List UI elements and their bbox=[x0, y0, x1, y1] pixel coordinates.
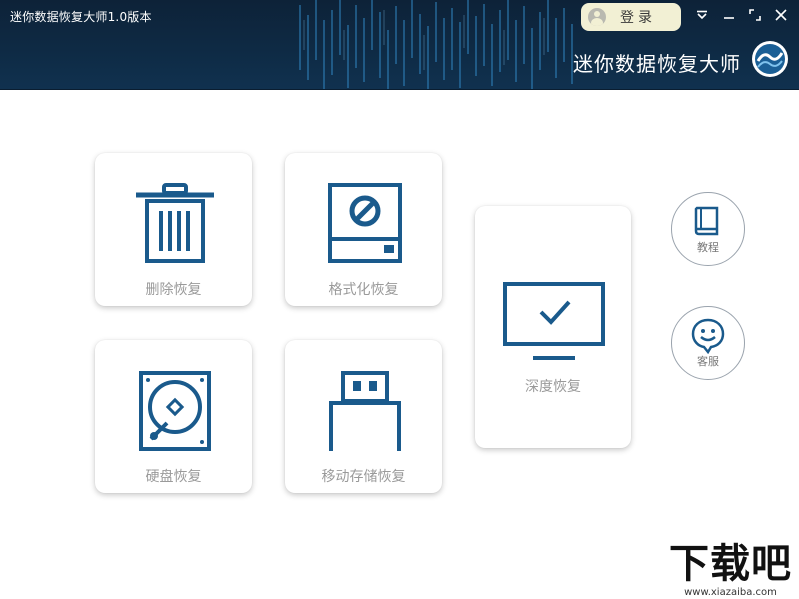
delete-recovery-label: 删除恢复 bbox=[145, 282, 202, 298]
format-recovery-card[interactable]: 格式化恢复 bbox=[285, 153, 442, 306]
watermark-url: www.xiazaiba.com bbox=[684, 587, 777, 598]
watermark-logo-text: 下载吧 bbox=[669, 541, 792, 587]
mobile-storage-recovery-label: 移动存储恢复 bbox=[321, 469, 406, 485]
deep-recovery-card[interactable]: 深度恢复 bbox=[475, 206, 631, 448]
minimize-button[interactable] bbox=[717, 5, 741, 25]
hard-disk-icon bbox=[139, 371, 211, 451]
tutorial-label: 教程 bbox=[697, 241, 719, 254]
brand-logo-icon bbox=[752, 41, 788, 77]
tutorial-button[interactable]: 教程 bbox=[671, 192, 745, 266]
monitor-check-icon bbox=[503, 282, 605, 360]
menu-dropdown-button[interactable] bbox=[690, 5, 714, 25]
title-bar: 迷你数据恢复大师1.0版本 登录 迷你数据恢复大师 bbox=[0, 0, 799, 90]
maximize-button[interactable] bbox=[743, 5, 767, 25]
disk-recovery-card[interactable]: 硬盘恢复 bbox=[95, 340, 252, 493]
maximize-icon bbox=[749, 9, 761, 21]
login-label: 登录 bbox=[620, 10, 656, 26]
user-avatar-icon bbox=[588, 8, 606, 26]
delete-recovery-card[interactable]: 删除恢复 bbox=[95, 153, 252, 306]
deep-recovery-label: 深度恢复 bbox=[525, 379, 581, 395]
usb-drive-icon bbox=[329, 371, 401, 451]
chevron-down-icon bbox=[697, 10, 707, 20]
minimize-icon bbox=[724, 17, 734, 19]
site-watermark: 下载吧 www.xiazaiba.com bbox=[664, 541, 797, 599]
customer-service-button[interactable]: 客服 bbox=[671, 306, 745, 380]
login-button[interactable]: 登录 bbox=[581, 3, 681, 31]
window-title: 迷你数据恢复大师1.0版本 bbox=[10, 10, 152, 24]
format-recovery-label: 格式化恢复 bbox=[328, 282, 399, 298]
close-button[interactable] bbox=[769, 5, 793, 25]
brand-name: 迷你数据恢复大师 bbox=[573, 52, 741, 76]
mobile-storage-recovery-card[interactable]: 移动存储恢复 bbox=[285, 340, 442, 493]
format-icon bbox=[328, 183, 402, 263]
disk-recovery-label: 硬盘恢复 bbox=[145, 469, 202, 485]
close-icon bbox=[775, 9, 787, 21]
trash-icon bbox=[136, 183, 214, 263]
customer-service-label: 客服 bbox=[697, 355, 719, 368]
book-icon bbox=[694, 206, 719, 236]
smiley-chat-icon bbox=[691, 318, 725, 354]
